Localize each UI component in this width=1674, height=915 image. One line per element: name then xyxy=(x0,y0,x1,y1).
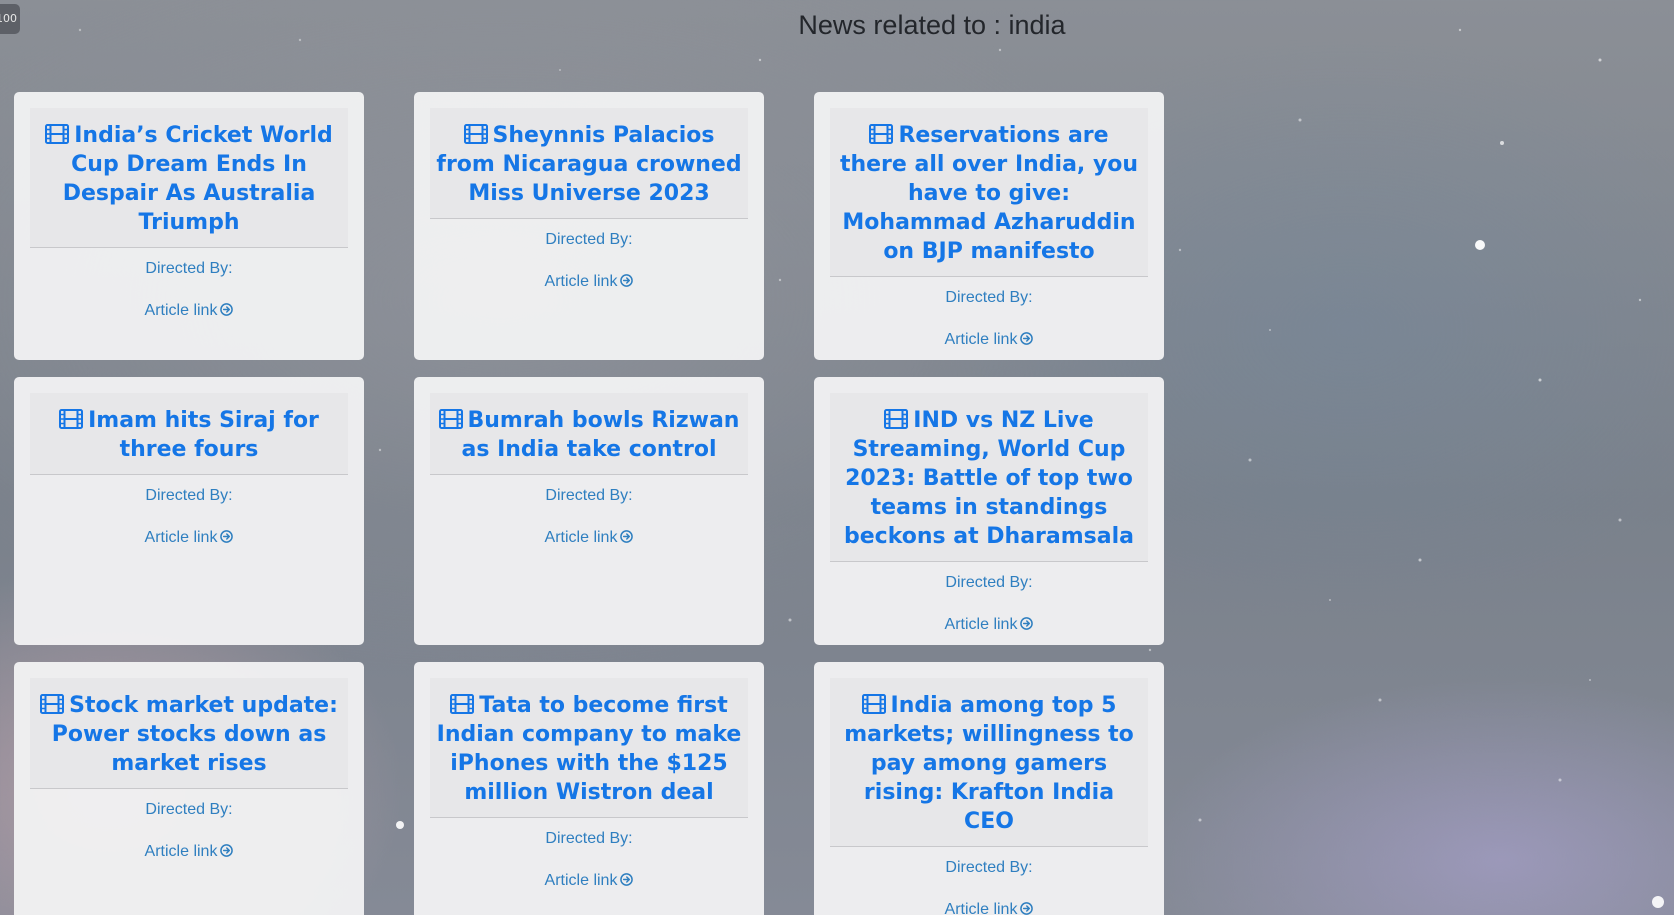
arrow-circle-right-icon xyxy=(620,873,634,886)
film-icon xyxy=(463,124,488,144)
article-link-text[interactable]: Article link xyxy=(945,331,1018,348)
news-card: India’s Cricket World Cup Dream Ends In … xyxy=(14,92,364,360)
card-title[interactable]: Tata to become first Indian company to m… xyxy=(436,691,742,807)
arrow-circle-right-icon xyxy=(220,844,234,857)
card-title-text[interactable]: India among top 5 markets; willingness t… xyxy=(844,693,1134,834)
article-link[interactable]: Article link xyxy=(145,843,234,861)
article-link-text[interactable]: Article link xyxy=(145,529,218,546)
card-title[interactable]: Reservations are there all over India, y… xyxy=(836,121,1142,266)
news-card: Reservations are there all over India, y… xyxy=(814,92,1164,360)
arrow-circle-right-icon xyxy=(1020,617,1034,630)
card-title-text[interactable]: Stock market update: Power stocks down a… xyxy=(52,693,338,776)
card-title[interactable]: Imam hits Siraj for three fours xyxy=(36,406,342,464)
card-header: Bumrah bowls Rizwan as India take contro… xyxy=(430,393,748,475)
article-link[interactable]: Article link xyxy=(545,273,634,291)
arrow-circle-right-icon xyxy=(220,530,234,543)
arrow-circle-right-icon xyxy=(1020,902,1034,915)
card-header: Stock market update: Power stocks down a… xyxy=(30,678,348,789)
card-header: Tata to become first Indian company to m… xyxy=(430,678,748,818)
directed-by-label: Directed By: xyxy=(945,859,1033,876)
card-title-text[interactable]: IND vs NZ Live Streaming, World Cup 2023… xyxy=(844,408,1134,549)
card-header: India’s Cricket World Cup Dream Ends In … xyxy=(30,108,348,248)
card-title[interactable]: India’s Cricket World Cup Dream Ends In … xyxy=(36,121,342,237)
news-card: India among top 5 markets; willingness t… xyxy=(814,662,1164,915)
news-card: Bumrah bowls Rizwan as India take contro… xyxy=(414,377,764,645)
directed-by-label: Directed By: xyxy=(145,260,233,277)
film-icon xyxy=(40,694,65,714)
article-link[interactable]: Article link xyxy=(145,529,234,547)
card-title-text[interactable]: Bumrah bowls Rizwan as India take contro… xyxy=(461,408,739,462)
news-card: Stock market update: Power stocks down a… xyxy=(14,662,364,915)
card-title[interactable]: IND vs NZ Live Streaming, World Cup 2023… xyxy=(836,406,1142,551)
article-link-text[interactable]: Article link xyxy=(545,529,618,546)
card-header: Sheynnis Palacios from Nicaragua crowned… xyxy=(430,108,748,219)
card-header: Imam hits Siraj for three fours xyxy=(30,393,348,475)
corner-badge: 100 xyxy=(0,4,20,34)
news-card: IND vs NZ Live Streaming, World Cup 2023… xyxy=(814,377,1164,645)
news-card: Tata to become first Indian company to m… xyxy=(414,662,764,915)
arrow-circle-right-icon xyxy=(620,274,634,287)
news-card: Imam hits Siraj for three fours Directed… xyxy=(14,377,364,645)
article-link-text[interactable]: Article link xyxy=(145,302,218,319)
card-title-text[interactable]: Tata to become first Indian company to m… xyxy=(437,693,742,805)
film-icon xyxy=(861,694,886,714)
card-header: India among top 5 markets; willingness t… xyxy=(830,678,1148,847)
film-icon xyxy=(450,694,475,714)
card-title-text[interactable]: India’s Cricket World Cup Dream Ends In … xyxy=(63,123,333,235)
directed-by-label: Directed By: xyxy=(545,487,633,504)
card-header: IND vs NZ Live Streaming, World Cup 2023… xyxy=(830,393,1148,562)
article-link[interactable]: Article link xyxy=(945,331,1034,349)
directed-by-label: Directed By: xyxy=(145,487,233,504)
news-card-grid: India’s Cricket World Cup Dream Ends In … xyxy=(14,92,1164,915)
page-title: News related to : india xyxy=(798,10,1066,40)
card-title[interactable]: Sheynnis Palacios from Nicaragua crowned… xyxy=(436,121,742,208)
article-link[interactable]: Article link xyxy=(145,302,234,320)
card-title[interactable]: Stock market update: Power stocks down a… xyxy=(36,691,342,778)
card-title-text[interactable]: Reservations are there all over India, y… xyxy=(840,123,1138,264)
directed-by-label: Directed By: xyxy=(945,574,1033,591)
card-header: Reservations are there all over India, y… xyxy=(830,108,1148,277)
film-icon xyxy=(884,409,909,429)
article-link-text[interactable]: Article link xyxy=(545,273,618,290)
article-link-text[interactable]: Article link xyxy=(945,616,1018,633)
film-icon xyxy=(59,409,84,429)
arrow-circle-right-icon xyxy=(1020,332,1034,345)
article-link-text[interactable]: Article link xyxy=(545,872,618,889)
news-card: Sheynnis Palacios from Nicaragua crowned… xyxy=(414,92,764,360)
directed-by-label: Directed By: xyxy=(545,231,633,248)
directed-by-label: Directed By: xyxy=(945,289,1033,306)
article-link[interactable]: Article link xyxy=(545,872,634,890)
film-icon xyxy=(438,409,463,429)
directed-by-label: Directed By: xyxy=(145,801,233,818)
card-title[interactable]: India among top 5 markets; willingness t… xyxy=(836,691,1142,836)
article-link-text[interactable]: Article link xyxy=(945,901,1018,915)
arrow-circle-right-icon xyxy=(620,530,634,543)
article-link[interactable]: Article link xyxy=(545,529,634,547)
card-title-text[interactable]: Imam hits Siraj for three fours xyxy=(88,408,319,462)
card-title[interactable]: Bumrah bowls Rizwan as India take contro… xyxy=(436,406,742,464)
article-link[interactable]: Article link xyxy=(945,901,1034,915)
film-icon xyxy=(869,124,894,144)
article-link-text[interactable]: Article link xyxy=(145,843,218,860)
article-link[interactable]: Article link xyxy=(945,616,1034,634)
arrow-circle-right-icon xyxy=(220,303,234,316)
film-icon xyxy=(45,124,70,144)
directed-by-label: Directed By: xyxy=(545,830,633,847)
